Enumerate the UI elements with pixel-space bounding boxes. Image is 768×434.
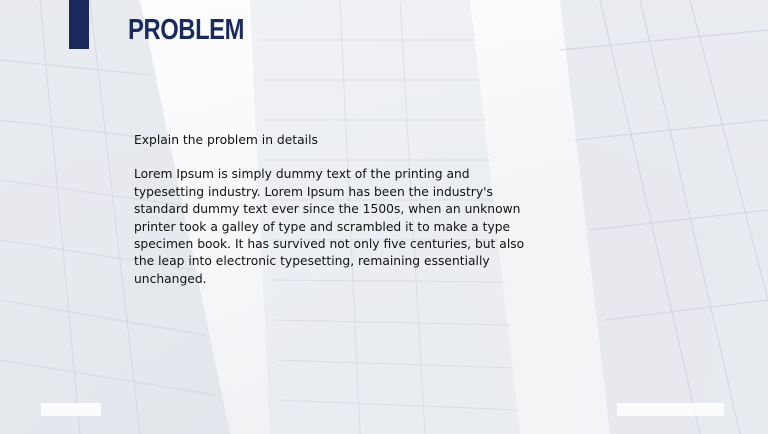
slide-subtitle: Explain the problem in details xyxy=(134,133,318,147)
slide-title: PROBLEM xyxy=(128,14,245,46)
title-accent-bar xyxy=(69,0,89,49)
slide: PROBLEM Explain the problem in details L… xyxy=(0,0,768,434)
body-paragraph: Lorem Ipsum is simply dummy text of the … xyxy=(134,167,525,286)
footer-bar-left xyxy=(41,403,101,416)
content-block: Explain the problem in details Lorem Ips… xyxy=(134,132,534,288)
footer-bar-right xyxy=(617,403,724,416)
